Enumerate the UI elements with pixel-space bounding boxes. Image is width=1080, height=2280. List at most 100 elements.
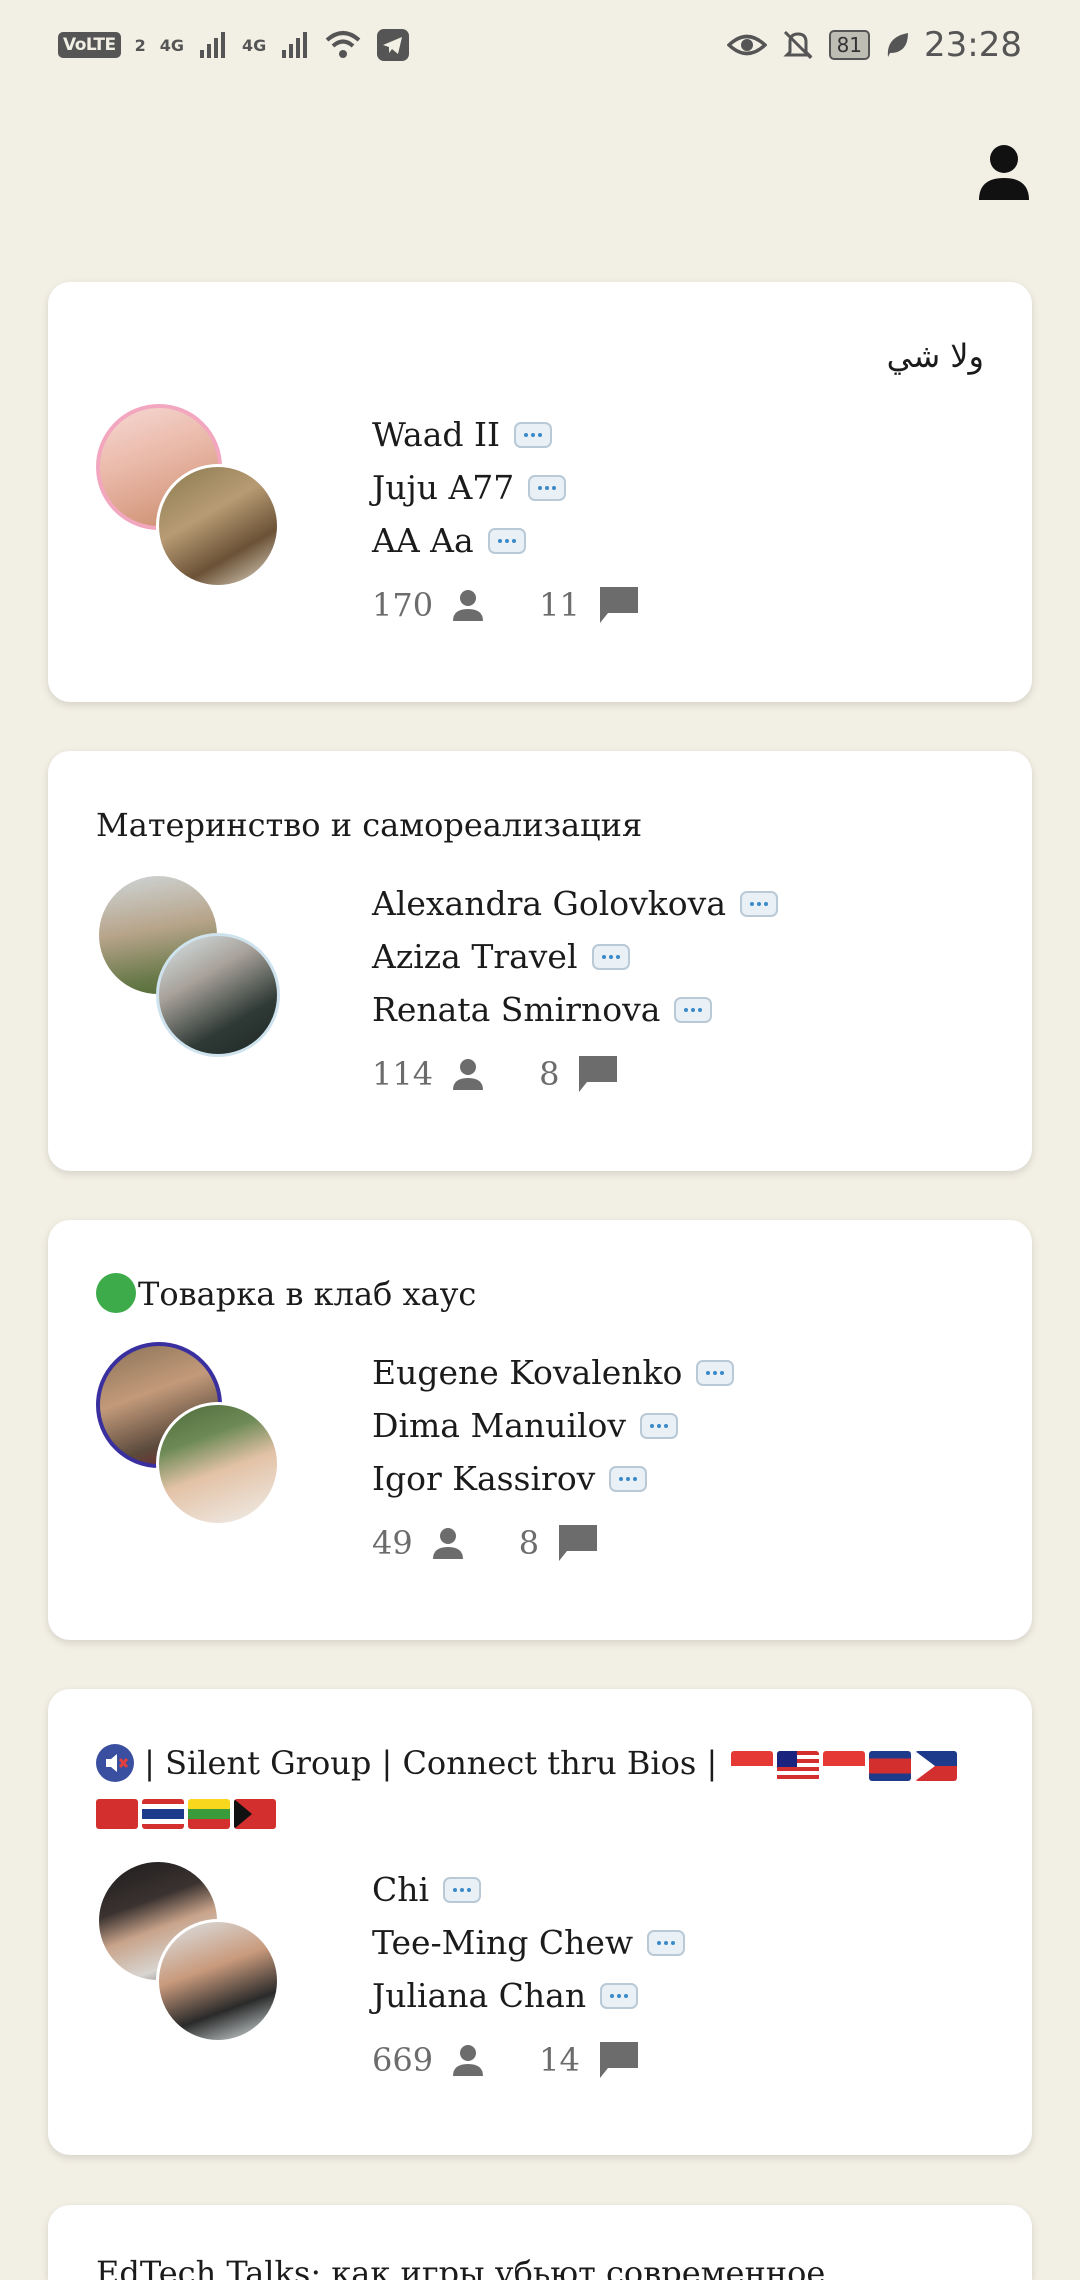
speaking-bubble-icon	[528, 474, 567, 501]
room-body: Waad II Juju A77 AA Aa 170 11	[96, 380, 984, 680]
room-card[interactable]: EdTech Talks: как игры убьют современное	[48, 2205, 1032, 2280]
vietnam-flag-icon	[96, 1798, 138, 1829]
speaker-count-value: 11	[539, 586, 580, 624]
battery-indicator: 81	[828, 30, 871, 60]
listener-count-value: 170	[372, 586, 434, 624]
signal-icon	[200, 32, 226, 58]
speaker-list: Waad II Juju A77 AA Aa 170 11	[372, 408, 694, 625]
room-card[interactable]: | Silent Group | Connect thru Bios | Chi…	[48, 1689, 1032, 2155]
speaking-bubble-icon	[647, 1929, 686, 1956]
room-stats: 114 8	[372, 1054, 778, 1094]
speaker-list: Eugene Kovalenko Dima Manuilov Igor Kass…	[372, 1346, 735, 1563]
speaker-row: Alexandra Golovkova	[372, 877, 778, 930]
profile-button[interactable]	[976, 142, 1032, 202]
chat-icon	[559, 1525, 598, 1561]
timor-leste-flag-icon	[234, 1798, 276, 1829]
speaker-row: Eugene Kovalenko	[372, 1346, 735, 1399]
bell-off-icon	[782, 30, 813, 60]
speaker-count: 8	[539, 1054, 619, 1094]
speaking-bubble-icon	[487, 527, 526, 554]
leaf-icon	[887, 33, 909, 57]
speaker-row: Juliana Chan	[372, 1969, 694, 2022]
status-bar: VoLTE 2 4G 4G 81 23:28	[0, 0, 1080, 90]
speaker-count-value: 8	[539, 1055, 560, 1093]
listener-count: 114	[372, 1055, 485, 1093]
speaker-name: Juliana Chan	[372, 1976, 587, 2015]
room-body: Chi Tee-Ming Chew Juliana Chan 669 14	[96, 1835, 984, 2135]
speaker-row: Renata Smirnova	[372, 983, 778, 1036]
room-title: Материнство и самореализация	[96, 806, 643, 844]
listener-count: 669	[372, 2041, 485, 2079]
speaker-row: AA Aa	[372, 514, 694, 567]
speaking-bubble-icon	[674, 996, 713, 1023]
speaker-list: Chi Tee-Ming Chew Juliana Chan 669 14	[372, 1863, 694, 2080]
indonesia-flag-icon	[823, 1750, 866, 1781]
thailand-flag-icon	[142, 1798, 184, 1829]
room-body: Eugene Kovalenko Dima Manuilov Igor Kass…	[96, 1318, 984, 1618]
clock: 23:28	[924, 25, 1022, 65]
room-card[interactable]: ولا شي Waad II Juju A77 AA Aa 170 11	[48, 282, 1032, 702]
wifi-icon	[325, 31, 361, 58]
room-title-row: | Silent Group | Connect thru Bios |	[96, 1739, 984, 1835]
speaker-count: 14	[539, 2040, 640, 2080]
speaking-bubble-icon	[514, 421, 553, 448]
speaker-count: 11	[539, 585, 640, 625]
speaking-bubble-icon	[696, 1359, 735, 1386]
network-label-2: 4G	[242, 35, 267, 55]
signal-icon	[282, 32, 308, 58]
speaker-name: Juju A77	[372, 468, 515, 507]
speaker-list: Alexandra Golovkova Aziza Travel Renata …	[372, 877, 778, 1094]
sim2-label: 2	[134, 35, 146, 55]
person-icon	[979, 145, 1029, 200]
speaking-bubble-icon	[591, 943, 630, 970]
volte-badge: VoLTE	[58, 32, 121, 58]
listener-count-value: 669	[372, 2041, 434, 2079]
speaker-name: Alexandra Golovkova	[372, 884, 726, 923]
green-circle-icon	[96, 1273, 136, 1313]
telegram-icon	[377, 29, 410, 61]
speaker-count-value: 14	[539, 2041, 580, 2079]
eye-icon	[726, 34, 767, 56]
avatar	[156, 464, 280, 588]
speaker-count-value: 8	[518, 1524, 540, 1562]
person-icon	[432, 1528, 463, 1559]
chat-icon	[579, 1056, 618, 1092]
speaker-name: AA Aa	[372, 521, 474, 560]
status-right: 81 23:28	[726, 25, 1022, 65]
speaker-avatars	[96, 1859, 286, 2049]
room-title: | Silent Group | Connect thru Bios |	[144, 1744, 718, 1782]
room-title: EdTech Talks: как игры убьют современное	[96, 2254, 826, 2280]
listener-count-value: 114	[372, 1055, 434, 1093]
person-icon	[453, 590, 484, 621]
status-left: VoLTE 2 4G 4G	[58, 28, 410, 62]
network-label-1: 4G	[159, 35, 185, 55]
listener-count-value: 49	[372, 1524, 413, 1562]
room-card[interactable]: Материнство и самореализация Alexandra G…	[48, 751, 1032, 1171]
speaker-name: Waad II	[372, 415, 501, 454]
room-stats: 669 14	[372, 2040, 694, 2080]
room-card[interactable]: Товарка в клаб хаус Eugene Kovalenko Dim…	[48, 1220, 1032, 1640]
myanmar-flag-icon	[188, 1798, 230, 1829]
speaker-name: Aziza Travel	[372, 937, 578, 976]
speaker-row: Juju A77	[372, 461, 694, 514]
listener-count: 170	[372, 586, 485, 624]
speaker-name: Igor Kassirov	[372, 1459, 596, 1498]
speaker-count: 8	[519, 1523, 599, 1563]
speaker-name: Tee-Ming Chew	[372, 1923, 634, 1962]
avatar	[156, 1919, 280, 2043]
room-title: ولا شي	[886, 337, 984, 375]
speaking-bubble-icon	[740, 890, 778, 917]
speaking-bubble-icon	[609, 1465, 648, 1492]
speaker-row: Aziza Travel	[372, 930, 778, 983]
person-icon	[453, 1059, 484, 1090]
speaker-name: Renata Smirnova	[372, 990, 661, 1029]
speaker-name: Dima Manuilov	[372, 1406, 627, 1445]
speaker-name: Chi	[372, 1870, 430, 1909]
singapore-flag-icon	[731, 1750, 774, 1781]
avatar	[156, 1402, 280, 1526]
philippines-flag-icon	[915, 1750, 958, 1781]
speaker-row: Tee-Ming Chew	[372, 1916, 694, 1969]
speaker-row: Dima Manuilov	[372, 1399, 734, 1452]
speaking-bubble-icon	[443, 1876, 482, 1903]
speaker-avatars	[96, 1342, 286, 1532]
